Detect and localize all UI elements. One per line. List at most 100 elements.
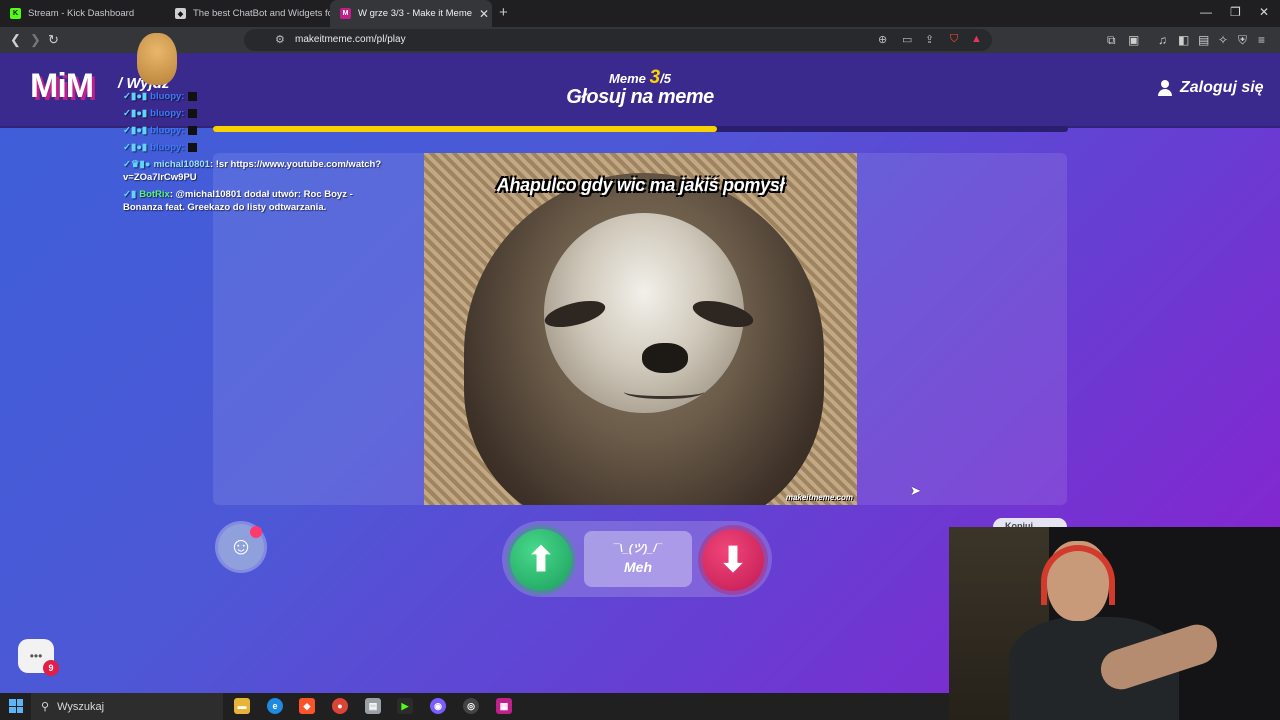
redacted-box bbox=[188, 91, 198, 101]
user-icon bbox=[1158, 80, 1172, 96]
chat-message: ✓▮●▮ bluopy: bbox=[123, 107, 393, 120]
chat-username: bluopy: bbox=[150, 142, 185, 153]
close-tab-icon[interactable]: ✕ bbox=[479, 7, 489, 21]
menu-icon[interactable]: ≡ bbox=[1258, 33, 1265, 47]
edge-icon[interactable]: e bbox=[267, 698, 283, 714]
chat-message: ✓▮●▮ bluopy: bbox=[123, 90, 393, 103]
vote-meh-button[interactable]: ¯\_(ツ)_/¯ Meh bbox=[584, 531, 692, 587]
chat-username: BotRix bbox=[139, 189, 170, 200]
site-info-icon[interactable]: ⚙ bbox=[275, 33, 285, 46]
chat-badges-icon: ✓▮●▮ bbox=[123, 108, 148, 119]
windows-start-icon[interactable] bbox=[9, 699, 23, 713]
chat-message: ✓▮ BotRix: @michal10801 dodał utwór: Roc … bbox=[123, 188, 393, 214]
chat-message: ✓▮●▮ bluopy: bbox=[123, 141, 393, 154]
tab-title: Stream - Kick Dashboard bbox=[28, 8, 135, 19]
meh-label: Meh bbox=[624, 559, 652, 575]
chat-username: bluopy: bbox=[150, 108, 185, 119]
close-window-icon[interactable]: ✕ bbox=[1259, 5, 1269, 19]
tab-groups-icon[interactable]: ▤ bbox=[1198, 33, 1209, 47]
app-icon[interactable]: ▤ bbox=[365, 698, 381, 714]
streamer-app-icon[interactable]: ▦ bbox=[496, 698, 512, 714]
stream-chat-overlay: ✓▮●▮ bluopy: ✓▮●▮ bluopy: ✓▮●▮ bluopy: ✓▮●▮… bbox=[123, 90, 393, 218]
login-label: Zaloguj się bbox=[1180, 79, 1264, 96]
headphones-icon bbox=[1041, 545, 1115, 605]
meme-caption: Ahapulco gdy wic ma jakiś pomysł bbox=[496, 175, 785, 195]
sloth-nose bbox=[642, 343, 688, 373]
shrug-emoticon: ¯\_(ツ)_/¯ bbox=[613, 543, 663, 555]
minimize-icon[interactable]: — bbox=[1200, 5, 1212, 19]
chat-icon: ••• bbox=[29, 649, 43, 663]
meme-watermark: makeitmeme.com bbox=[785, 493, 853, 502]
vpn-icon[interactable]: ⛨ bbox=[1238, 33, 1247, 48]
redacted-box bbox=[188, 125, 198, 135]
redacted-box bbox=[188, 142, 198, 152]
counter-total: /5 bbox=[660, 71, 671, 86]
kick-icon: K bbox=[10, 8, 21, 19]
mim-icon: M bbox=[340, 8, 351, 19]
chat-message: ✓♛▮● michal10801: !sr https://www.youtube… bbox=[123, 158, 393, 184]
windows-taskbar: ⚲ Wyszukaj ▬ e ◆ ● ▤ ▶ ◉ ◎ ▦ bbox=[0, 693, 949, 720]
webcam-feed bbox=[949, 527, 1280, 720]
file-explorer-icon[interactable]: ▬ bbox=[234, 698, 250, 714]
smiley-icon: ☺ bbox=[228, 533, 254, 560]
chat-button[interactable]: ••• 9 bbox=[18, 639, 59, 676]
vote-down-button[interactable]: ⬇ bbox=[702, 529, 764, 591]
meme-image: Ahapulco gdy wic ma jakiś pomysł makeitm… bbox=[424, 153, 857, 505]
hamster-mascot-icon bbox=[137, 33, 177, 85]
vote-up-button[interactable]: ⬆ bbox=[510, 529, 572, 591]
new-tab-button[interactable]: + bbox=[499, 4, 508, 21]
chat-message: ✓▮●▮ bluopy: bbox=[123, 124, 393, 137]
notification-dot bbox=[250, 526, 262, 538]
reload-icon[interactable]: ↻ bbox=[48, 32, 59, 48]
restore-icon[interactable]: ❐ bbox=[1230, 5, 1241, 19]
chat-badges-icon: ✓♛▮● bbox=[123, 159, 151, 170]
browser-tab-bar: K Stream - Kick Dashboard ◆ The best Cha… bbox=[0, 0, 1280, 27]
emoji-reaction-button[interactable]: ☺ bbox=[218, 524, 264, 570]
tab-title: The best ChatBot and Widgets fo bbox=[193, 8, 330, 19]
chat-badges-icon: ✓▮●▮ bbox=[123, 142, 148, 153]
brave-shields-icon[interactable]: ⛉ bbox=[950, 33, 958, 46]
taskbar-search[interactable]: ⚲ Wyszukaj bbox=[31, 693, 223, 720]
music-icon[interactable]: ♫ bbox=[1158, 33, 1167, 47]
chat-username: bluopy: bbox=[150, 125, 185, 136]
chat-badges-icon: ✓▮●▮ bbox=[123, 125, 148, 136]
chat-username: bluopy: bbox=[150, 91, 185, 102]
tab-title: W grze 3/3 - Make it Meme bbox=[358, 8, 473, 19]
chat-username: michal10801 bbox=[153, 159, 210, 170]
chat-badges-icon: ✓▮●▮ bbox=[123, 91, 148, 102]
back-icon[interactable]: ❮ bbox=[10, 32, 21, 48]
arrow-down-icon: ⬇ bbox=[718, 541, 748, 579]
login-button[interactable]: Zaloguj się bbox=[1158, 79, 1264, 97]
search-icon: ⚲ bbox=[41, 701, 50, 713]
site-logo[interactable]: MiM bbox=[30, 67, 94, 106]
zoom-icon[interactable]: ⊕ bbox=[878, 33, 887, 46]
chat-badges-icon: ✓▮ bbox=[123, 189, 137, 200]
kick-app-icon[interactable]: ▶ bbox=[397, 698, 413, 714]
vote-bar: ⬆ ¯\_(ツ)_/¯ Meh ⬇ bbox=[502, 521, 772, 597]
cast-icon[interactable]: ▭ bbox=[902, 33, 912, 46]
search-placeholder: Wyszukaj bbox=[57, 700, 105, 713]
discord-icon[interactable]: ◉ bbox=[430, 698, 446, 714]
redacted-box bbox=[188, 108, 198, 118]
sloth-mouth bbox=[624, 385, 704, 399]
sidebar-icon[interactable]: ◧ bbox=[1178, 33, 1189, 47]
forward-icon[interactable]: ❯ bbox=[30, 32, 41, 48]
wallet-icon[interactable]: ▣ bbox=[1128, 33, 1139, 47]
browser-toolbar: ❮ ❯ ↻ ⚐ ⚙ makeitmeme.com/pl/play ⊕ ▭ ⇪ ⛉… bbox=[0, 27, 1280, 53]
brave-rewards-icon[interactable]: ▲ bbox=[971, 33, 982, 45]
leo-ai-icon[interactable]: ✧ bbox=[1218, 33, 1228, 47]
page-title: Głosuj na meme bbox=[566, 86, 714, 108]
share-icon[interactable]: ⇪ bbox=[925, 33, 934, 46]
brave-icon[interactable]: ◆ bbox=[299, 698, 315, 714]
tab-botrix[interactable]: ◆ The best ChatBot and Widgets fo bbox=[165, 0, 330, 27]
arrow-up-icon: ⬆ bbox=[526, 541, 556, 579]
url-text[interactable]: makeitmeme.com/pl/play bbox=[295, 34, 406, 45]
tab-make-it-meme[interactable]: M W grze 3/3 - Make it Meme ✕ bbox=[330, 0, 492, 27]
extensions-icon[interactable]: ⧉ bbox=[1107, 33, 1116, 48]
chrome-icon[interactable]: ● bbox=[332, 698, 348, 714]
mouse-cursor-icon: ➤ bbox=[910, 483, 921, 498]
tab-kick-dashboard[interactable]: K Stream - Kick Dashboard bbox=[0, 0, 165, 27]
chat-unread-badge: 9 bbox=[43, 660, 59, 676]
address-bar[interactable]: ⚙ makeitmeme.com/pl/play ⊕ ▭ ⇪ ⛉ ▲ bbox=[244, 29, 992, 51]
obs-icon[interactable]: ◎ bbox=[463, 698, 479, 714]
